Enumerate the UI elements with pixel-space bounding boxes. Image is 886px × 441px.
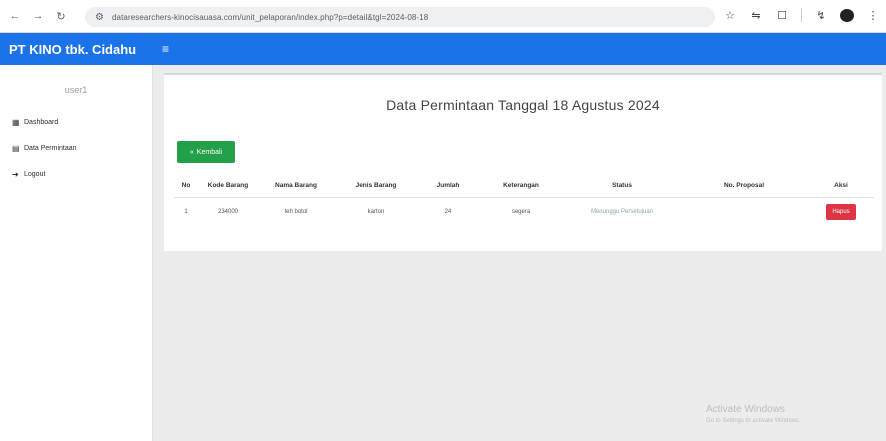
user-name: user1 [64, 85, 88, 95]
back-arrow-icon: « [189, 148, 194, 156]
column-header-aksi: Aksi [808, 175, 874, 198]
column-header-kode-barang: Kode Barang [198, 175, 258, 198]
toolbar-divider [801, 8, 802, 22]
site-info-icon[interactable]: ⚙ [95, 12, 104, 23]
column-header-no-proposal: No. Proposal [680, 175, 808, 198]
cast-icon[interactable]: ⇋ [749, 9, 763, 22]
column-header-no: No [174, 175, 198, 198]
browser-toolbar: ← → ↻ ⚙ dataresearchers-kinocisauasa.com… [0, 0, 886, 33]
activate-windows-watermark: Activate Windows Go to Settings to activ… [706, 404, 801, 424]
profile-icon[interactable] [840, 8, 854, 22]
address-bar[interactable]: ⚙ dataresearchers-kinocisauasa.com/unit_… [85, 7, 715, 27]
table-header-row: No Kode Barang Nama Barang Jenis Barang … [174, 175, 874, 198]
extension-icon[interactable]: ☐ [775, 9, 789, 22]
logout-icon: ➜ [12, 169, 19, 179]
sidebar-item-logout[interactable]: ➜ Logout [0, 161, 152, 187]
downloads-icon[interactable]: ↯ [814, 9, 828, 22]
forward-icon[interactable]: → [30, 8, 46, 24]
cell-kode-barang: 234000 [217, 209, 239, 216]
dashboard-icon: ▦ [12, 117, 20, 127]
star-icon[interactable]: ☆ [723, 9, 737, 22]
url-text: dataresearchers-kinocisauasa.com/unit_pe… [111, 12, 429, 22]
back-button-label: Kembali [196, 148, 223, 156]
hamburger-menu-icon[interactable]: ≡ [162, 42, 169, 56]
reload-icon[interactable]: ↻ [53, 8, 69, 24]
sidebar-item-data-permintaan[interactable]: ▤ Data Permintaan [0, 135, 152, 161]
sidebar-item-dashboard[interactable]: ▦ Dashboard [0, 109, 152, 135]
app-header: PT KINO tbk. Cidahu ≡ [0, 33, 886, 65]
column-header-jumlah: Jumlah [418, 175, 478, 198]
cell-nama-barang: teh botol [284, 209, 308, 216]
back-icon[interactable]: ← [7, 8, 23, 24]
cell-no: 1 [184, 209, 188, 216]
column-header-nama-barang: Nama Barang [258, 175, 334, 198]
sidebar-item-label: Dashboard [24, 118, 59, 126]
watermark-title: Activate Windows [706, 404, 785, 415]
cell-jumlah: 24 [444, 209, 452, 216]
table-row: 1 234000 teh botol karton 24 segera Menu… [174, 197, 874, 227]
main-content: Data Permintaan Tanggal 18 Agustus 2024 … [153, 65, 886, 441]
request-table: No Kode Barang Nama Barang Jenis Barang … [174, 175, 874, 227]
sidebar-item-label: Logout [24, 170, 46, 178]
delete-button[interactable]: Hapus [826, 204, 856, 221]
column-header-status: Status [564, 175, 680, 198]
cell-jenis-barang: karton [367, 209, 385, 216]
cell-keterangan: segera [511, 209, 531, 216]
column-header-jenis-barang: Jenis Barang [334, 175, 418, 198]
column-header-keterangan: Keterangan [478, 175, 564, 198]
watermark-subtitle: Go to Settings to activate Windows. [706, 418, 801, 424]
cell-no-proposal [680, 197, 808, 227]
sidebar: user1 ▦ Dashboard ▤ Data Permintaan ➜ Lo… [0, 65, 153, 441]
sidebar-item-label: Data Permintaan [24, 144, 77, 152]
cell-aksi: Hapus [808, 197, 874, 227]
data-card: Data Permintaan Tanggal 18 Agustus 2024 … [164, 73, 882, 251]
document-icon: ▤ [12, 143, 20, 153]
page-title: Data Permintaan Tanggal 18 Agustus 2024 [386, 97, 660, 113]
cell-status: Menunggu Persetujuan [590, 209, 654, 216]
menu-kebab-icon[interactable]: ⋮ [866, 9, 880, 22]
brand-title[interactable]: PT KINO tbk. Cidahu [0, 42, 153, 57]
back-button[interactable]: « Kembali [177, 141, 235, 163]
